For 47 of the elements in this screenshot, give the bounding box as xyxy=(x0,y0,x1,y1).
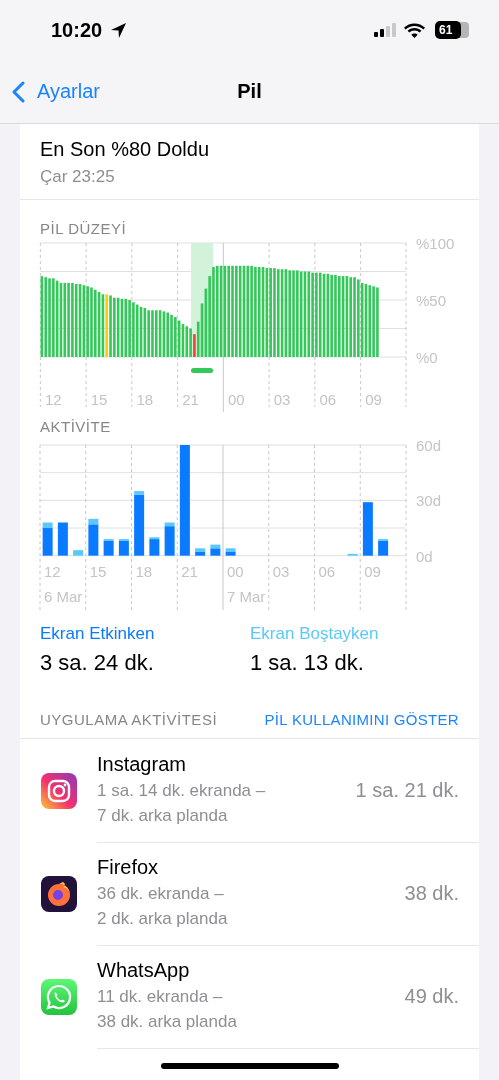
usage-total: 49 dk. xyxy=(404,984,459,1008)
usage-detail: 2 dk. arka planda xyxy=(97,907,228,930)
axis-label: 21 xyxy=(181,563,198,580)
axis-label: 21 xyxy=(182,391,199,408)
axis-label: 06 xyxy=(318,563,336,580)
axis-label: 09 xyxy=(365,391,382,408)
axis-label: 00 xyxy=(228,391,245,408)
page-title: Pil xyxy=(237,80,262,103)
axis-label: 18 xyxy=(136,391,154,408)
axis-label: 06 xyxy=(319,391,337,408)
section-label: AKTİVİTE xyxy=(39,418,112,435)
last-charge-title: En Son %80 Doldu xyxy=(40,138,210,161)
axis-label: 03 xyxy=(273,391,291,408)
axis-label: 09 xyxy=(364,563,381,580)
status-time: 10:20 xyxy=(51,18,103,42)
usage-total: 1 sa. 21 dk. xyxy=(355,778,459,802)
legend-label: Ekran Etkinken xyxy=(40,624,156,644)
duration-value: 1 sa. 13 dk. xyxy=(250,650,365,676)
axis-label: 15 xyxy=(90,391,108,408)
axis-label: 12 xyxy=(44,563,61,580)
axis-label: %50 xyxy=(416,292,447,309)
usage-total: 38 dk. xyxy=(404,881,459,905)
usage-detail: 1 sa. 14 dk. ekranda – xyxy=(97,779,266,802)
date-label: 7 Mar xyxy=(227,588,266,605)
last-charge-time: Çar 23:25 xyxy=(40,167,116,187)
axis-label: %100 xyxy=(416,237,455,252)
app-name: Instagram xyxy=(97,752,187,776)
axis-label: 03 xyxy=(272,563,290,580)
date-label: 6 Mar xyxy=(44,588,83,605)
axis-label: %0 xyxy=(416,349,438,366)
legend-label: Ekran Boştayken xyxy=(250,624,380,644)
axis-label: 18 xyxy=(135,563,153,580)
duration-value: 3 sa. 24 dk. xyxy=(40,650,155,676)
app-name: WhatsApp xyxy=(97,958,191,982)
usage-detail: 11 dk. ekranda – xyxy=(97,985,224,1008)
usage-detail: 7 dk. arka planda xyxy=(97,804,229,827)
section-label: PİL DÜZEYİ xyxy=(39,220,128,237)
usage-detail: 36 dk. ekranda – xyxy=(97,882,225,905)
axis-label: 15 xyxy=(89,563,107,580)
section-header: UYGULAMA AKTİVİTESİ xyxy=(39,710,218,728)
axis-label: 00 xyxy=(227,563,244,580)
usage-detail: 38 dk. arka planda xyxy=(97,1010,237,1033)
axis-label: 0d xyxy=(416,547,433,565)
app-name: Firefox xyxy=(97,855,160,879)
axis-label: 12 xyxy=(45,391,62,408)
axis-label: 30d xyxy=(416,492,442,510)
axis-label: 60d xyxy=(416,437,442,454)
